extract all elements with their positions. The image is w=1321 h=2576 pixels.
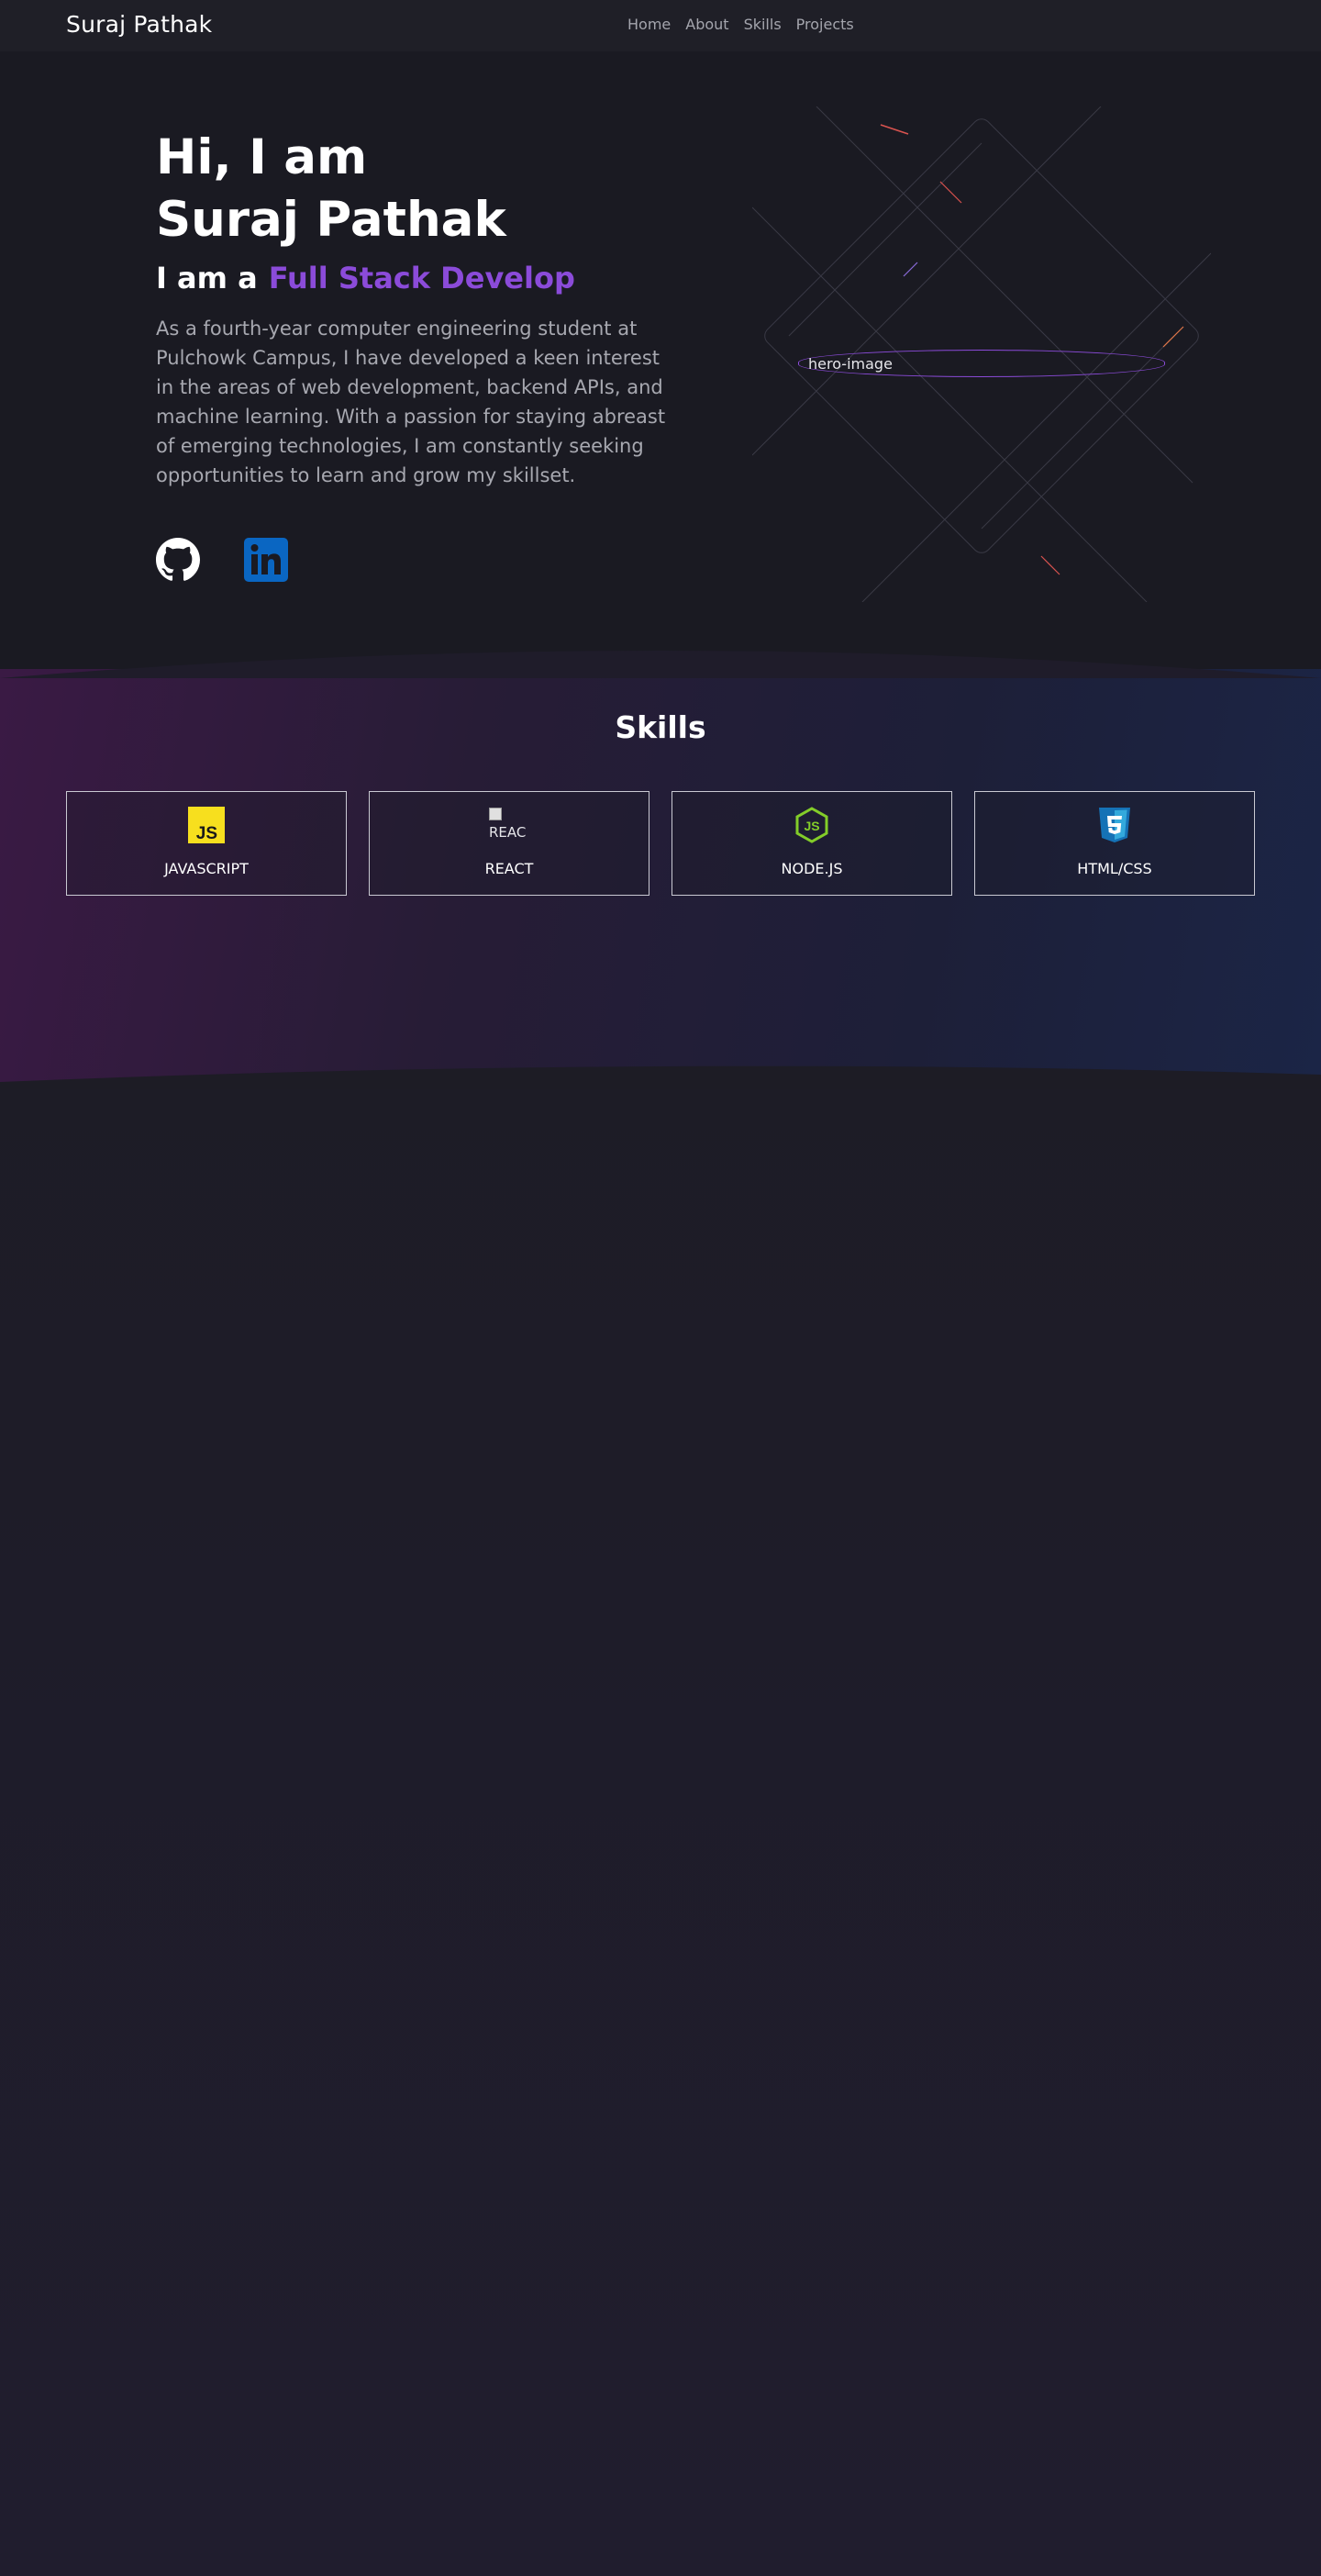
- navbar: Suraj Pathak Home About Skills Projects: [0, 0, 1321, 51]
- nav-link-skills[interactable]: Skills: [744, 16, 782, 33]
- svg-text:JS: JS: [804, 819, 819, 833]
- skill-label: JAVASCRIPT: [164, 860, 249, 877]
- skill-card-htmlcss: HTML/CSS: [974, 791, 1255, 896]
- skills-section: Skills JS JAVASCRIPT REAC REACT JS NODE.…: [0, 651, 1321, 1089]
- linkedin-link[interactable]: [244, 538, 288, 582]
- hero-section: Hi, I am Suraj Pathak I am a Full Stack D…: [0, 51, 1321, 669]
- hero-name: Suraj Pathak: [156, 192, 506, 248]
- skill-card-javascript: JS JAVASCRIPT: [66, 791, 347, 896]
- nav-link-projects[interactable]: Projects: [796, 16, 854, 33]
- react-icon-alt: REAC: [489, 824, 527, 841]
- javascript-icon: JS: [188, 807, 225, 843]
- hero-image: hero-image: [798, 350, 1165, 377]
- nodejs-icon: JS: [795, 807, 828, 843]
- skills-bottom-wave: [0, 1065, 1321, 1089]
- nav-links: Home About Skills Projects: [627, 16, 854, 33]
- skill-card-react: REAC REACT: [369, 791, 649, 896]
- hero-image-alt: hero-image: [808, 355, 893, 373]
- social-links: [156, 538, 288, 582]
- github-icon: [156, 538, 200, 581]
- nav-link-about[interactable]: About: [685, 16, 728, 33]
- skill-label: HTML/CSS: [1077, 860, 1152, 877]
- skill-label: REACT: [484, 860, 534, 877]
- react-icon: REAC: [489, 805, 533, 842]
- css3-icon: [1099, 808, 1130, 842]
- brand-logo[interactable]: Suraj Pathak: [66, 11, 212, 38]
- skills-title: Skills: [615, 709, 706, 745]
- hero-greeting: Hi, I am: [156, 129, 368, 185]
- hero-role-prefix: I am a: [156, 261, 258, 296]
- skills-top-wave: [0, 651, 1321, 678]
- github-link[interactable]: [156, 538, 200, 582]
- hero-role: I am a Full Stack Develop: [156, 261, 575, 296]
- broken-image-icon: [489, 808, 502, 820]
- skill-card-nodejs: JS NODE.JS: [672, 791, 952, 896]
- nav-link-home[interactable]: Home: [627, 16, 671, 33]
- linkedin-icon: [244, 538, 288, 582]
- hero-role-typed: Full Stack Develop: [268, 261, 575, 296]
- hero-description: As a fourth-year computer engineering st…: [156, 318, 666, 486]
- skill-label: NODE.JS: [781, 860, 843, 877]
- svg-text:JS: JS: [196, 824, 217, 843]
- hero-heading: Hi, I am Suraj Pathak: [156, 127, 506, 251]
